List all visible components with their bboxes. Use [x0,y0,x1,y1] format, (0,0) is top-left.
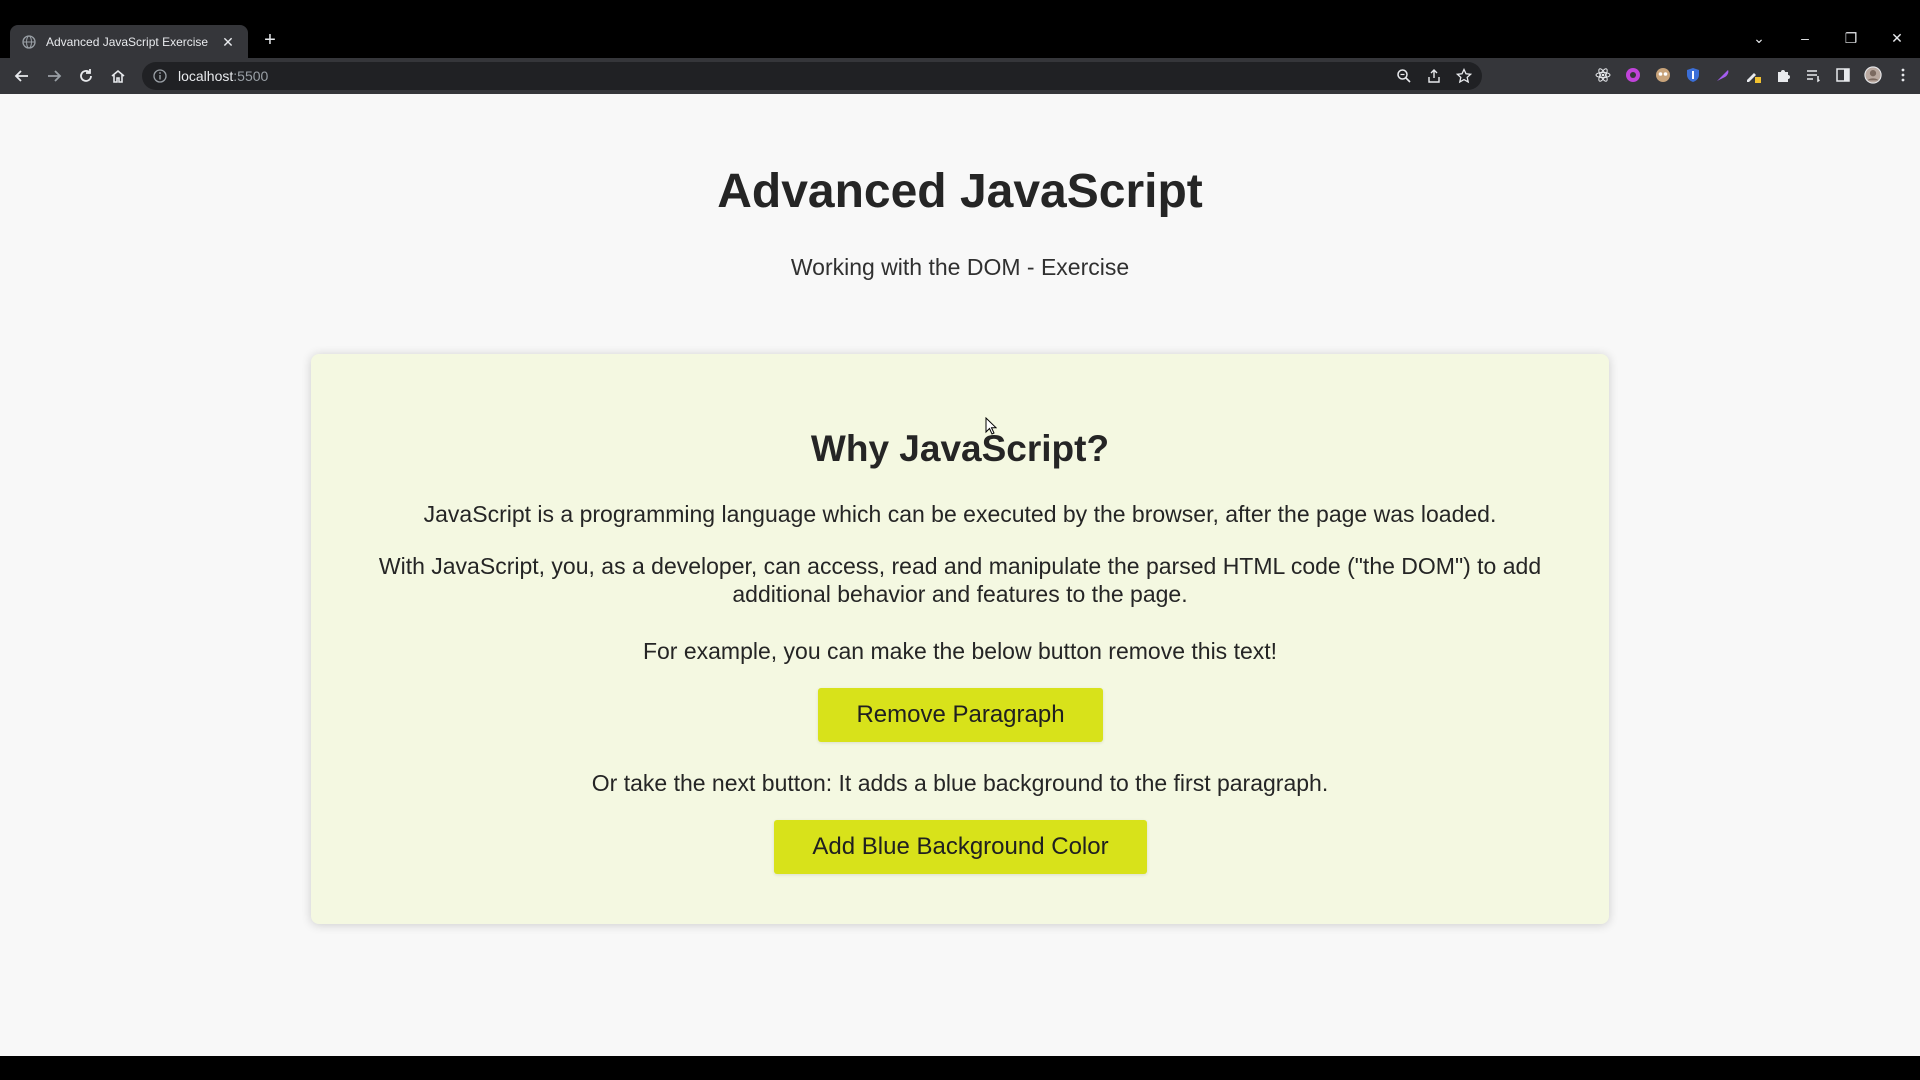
browser-tab[interactable]: Advanced JavaScript Exercise ✕ [10,25,248,58]
puzzle-extensions-icon[interactable] [1774,66,1792,84]
tab-title: Advanced JavaScript Exercise [46,34,209,49]
zoom-icon[interactable] [1396,68,1412,87]
add-blue-background-button[interactable]: Add Blue Background Color [774,820,1147,874]
url-port: :5500 [233,68,269,84]
reading-list-icon[interactable] [1804,66,1822,84]
side-panel-icon[interactable] [1834,66,1852,84]
menu-kebab-icon[interactable] [1894,66,1912,84]
bookmark-star-icon[interactable] [1455,67,1473,87]
feather-icon[interactable] [1714,66,1732,84]
react-devtools-icon[interactable] [1594,66,1612,84]
globe-icon [22,34,36,49]
page-title: Advanced JavaScript [717,165,1203,218]
paragraph-intro: JavaScript is a programming language whi… [423,501,1497,527]
tab-strip: Advanced JavaScript Exercise ✕ + ⌄ – ❐ ✕ [0,0,1920,58]
paragraph-next-button: Or take the next button: It adds a blue … [591,770,1329,796]
url-host: localhost [178,68,234,84]
eyes-extension-icon[interactable] [1654,66,1672,84]
back-icon[interactable] [6,60,38,92]
page-viewport: Advanced JavaScript Working with the DOM… [0,94,1920,1056]
profile-avatar-icon[interactable] [1864,66,1882,84]
reload-icon[interactable] [70,60,102,92]
content-card: Why JavaScript? JavaScript is a programm… [311,354,1609,924]
paragraph-dom: With JavaScript, you, as a developer, ca… [378,553,1542,607]
shield-icon[interactable] [1684,66,1702,84]
pen-badge-icon[interactable] [1744,66,1762,84]
extensions-area [1594,66,1912,84]
close-window-icon[interactable]: ✕ [1874,30,1920,47]
mouse-cursor-icon [985,416,998,440]
window-controls: ⌄ – ❐ ✕ [1736,24,1920,52]
address-bar[interactable]: localhost:5500 [142,62,1482,90]
tab-search-icon[interactable]: ⌄ [1736,30,1782,47]
card-heading: Why JavaScript? [810,428,1110,469]
home-icon[interactable] [102,60,134,92]
page-subtitle: Working with the DOM - Exercise [790,254,1130,280]
minimize-icon[interactable]: – [1782,30,1828,46]
close-tab-icon[interactable]: ✕ [220,34,236,50]
bottom-bar [0,1056,1920,1080]
restore-icon[interactable]: ❐ [1828,30,1874,47]
remove-paragraph-button[interactable]: Remove Paragraph [818,688,1103,742]
share-icon[interactable] [1426,68,1442,87]
info-icon[interactable] [152,68,168,84]
forward-icon[interactable] [38,60,70,92]
paragraph-example: For example, you can make the below butt… [642,638,1278,664]
circle-extension-icon[interactable] [1624,66,1642,84]
new-tab-button[interactable]: + [260,30,280,50]
